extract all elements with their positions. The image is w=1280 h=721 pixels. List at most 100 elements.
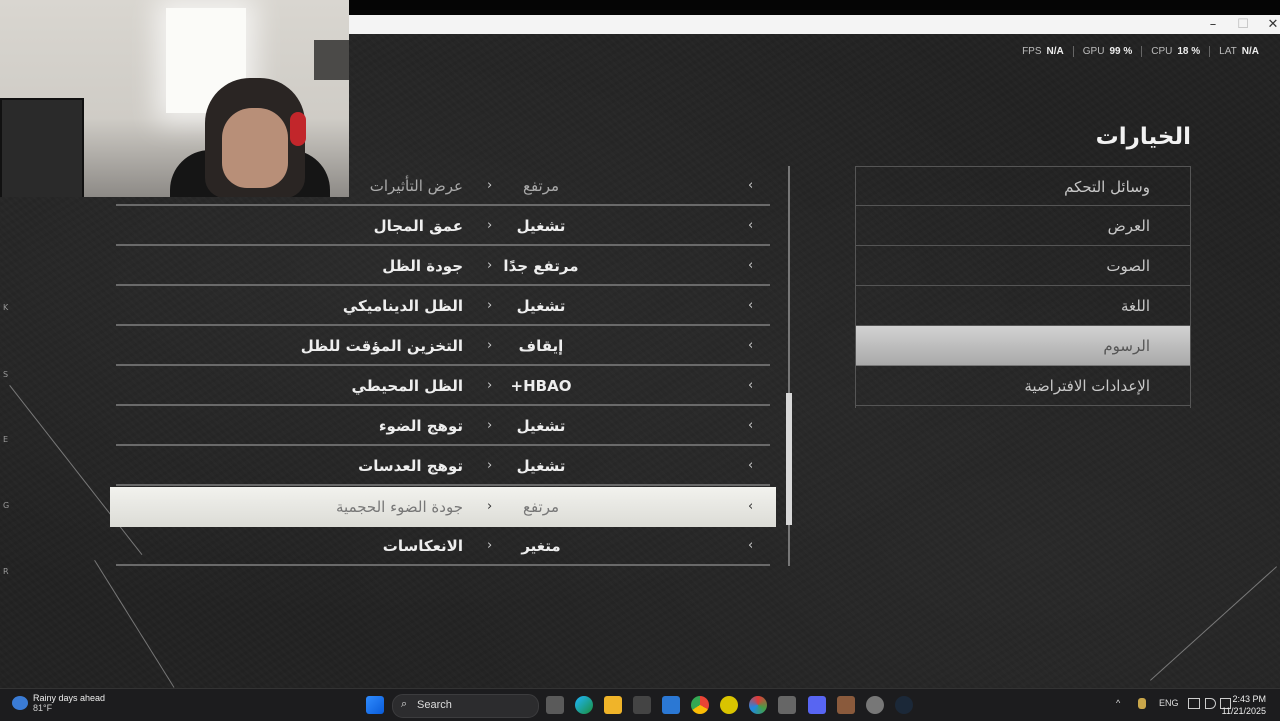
close-button[interactable]: ✕ — [1258, 15, 1280, 34]
arrow-right-icon[interactable]: ‹ — [748, 487, 753, 527]
maximize-button[interactable]: ☐ — [1228, 15, 1258, 34]
setting-label: الظل المحيطي — [351, 377, 463, 395]
window-title-strip — [349, 15, 1280, 34]
search-icon: ⌕ — [401, 698, 408, 710]
edge-mark: R — [3, 567, 9, 576]
perf-lat: LAT N/A — [1209, 46, 1268, 57]
setting-row-depth-of-field[interactable]: عمق المجال › تشغيل ‹ — [116, 206, 770, 246]
edge-mark: G — [3, 501, 10, 510]
arrow-right-icon[interactable]: ‹ — [748, 406, 753, 446]
graphics-settings-list: عرض التأثيرات › مرتفع ‹ عمق المجال › تشغ… — [110, 166, 776, 568]
arrow-right-icon[interactable]: ‹ — [748, 206, 753, 246]
setting-row-ambient-occlusion[interactable]: الظل المحيطي › HBAO+ ‹ — [116, 366, 770, 406]
webcam-cabinet — [0, 98, 84, 197]
setting-value: HBAO+ — [510, 377, 572, 395]
chrome-icon[interactable] — [691, 696, 709, 714]
app-icon[interactable] — [720, 696, 738, 714]
setting-row-reflections[interactable]: الانعكاسات › متغير ‹ — [116, 526, 770, 566]
perf-fps: FPS N/A — [1013, 46, 1073, 57]
setting-label: جودة الضوء الحجمية — [336, 498, 463, 516]
setting-value: مرتفع — [522, 498, 560, 516]
scrollbar-thumb[interactable] — [786, 393, 792, 525]
setting-label: عمق المجال — [373, 217, 463, 235]
clock-time: 2:43 PM — [1232, 694, 1266, 704]
category-graphics[interactable]: الرسوم — [856, 326, 1190, 366]
task-view-icon[interactable] — [546, 696, 564, 714]
arrow-right-icon[interactable]: ‹ — [748, 366, 753, 406]
category-display[interactable]: العرض — [856, 206, 1190, 246]
taskbar-search[interactable]: ⌕ Search — [392, 694, 539, 718]
setting-value: مرتفع جدًا — [503, 257, 579, 275]
perf-gpu: GPU 99 % — [1072, 46, 1141, 57]
setting-row-dynamic-shadow[interactable]: الظل الديناميكي › تشغيل ‹ — [116, 286, 770, 326]
app-icon[interactable] — [633, 696, 651, 714]
perf-value: 18 % — [1177, 46, 1201, 57]
arrow-right-icon[interactable]: ‹ — [748, 326, 753, 366]
performance-overlay: FPS N/A GPU 99 % CPU 18 % LAT N/A — [1013, 46, 1268, 57]
setting-label: عرض التأثيرات — [369, 177, 463, 195]
tray-chevron-icon[interactable]: ^ — [1116, 698, 1120, 708]
arrow-right-icon[interactable]: ‹ — [748, 166, 753, 206]
setting-label: الظل الديناميكي — [342, 297, 463, 315]
weather-widget[interactable]: Rainy days ahead 81°F — [12, 693, 105, 713]
setting-label: الانعكاسات — [382, 537, 463, 555]
weather-icon — [12, 696, 28, 710]
windows-start-icon[interactable] — [366, 696, 384, 714]
language-indicator[interactable]: ENG — [1159, 698, 1179, 708]
edge-mark: K — [3, 303, 9, 312]
setting-value: تشغيل — [516, 417, 566, 435]
perf-key: LAT — [1219, 46, 1237, 57]
app-icon[interactable] — [778, 696, 796, 714]
setting-row-shadow-quality[interactable]: جودة الظل › مرتفع جدًا ‹ — [116, 246, 770, 286]
edge-browser-icon[interactable] — [575, 696, 593, 714]
minimize-button[interactable]: – — [1198, 15, 1228, 34]
arrow-right-icon[interactable]: ‹ — [748, 526, 753, 566]
edge-mark: S — [3, 370, 9, 379]
webcam-headset — [290, 112, 306, 146]
game-icon[interactable] — [837, 696, 855, 714]
category-language[interactable]: اللغة — [856, 286, 1190, 326]
app-icon[interactable] — [866, 696, 884, 714]
clock-date: 11/21/2025 — [1221, 706, 1266, 716]
perf-value: N/A — [1241, 46, 1259, 57]
perf-value: N/A — [1046, 46, 1064, 57]
arrow-right-icon[interactable]: ‹ — [748, 246, 753, 286]
setting-row-shadow-cache[interactable]: التخزين المؤقت للظل › إيقاف ‹ — [116, 326, 770, 366]
volume-icon[interactable] — [1205, 698, 1216, 709]
arrow-right-icon[interactable]: ‹ — [748, 446, 753, 486]
category-defaults[interactable]: الإعدادات الافتراضية — [856, 366, 1190, 406]
file-explorer-icon[interactable] — [604, 696, 622, 714]
steam-icon[interactable] — [895, 696, 913, 714]
setting-row-effects[interactable]: عرض التأثيرات › مرتفع ‹ — [116, 166, 770, 206]
arrow-right-icon[interactable]: ‹ — [748, 286, 753, 326]
discord-icon[interactable] — [808, 696, 826, 714]
setting-label: التخزين المؤقت للظل — [300, 337, 463, 355]
setting-row-bloom[interactable]: توهج الضوء › تشغيل ‹ — [116, 406, 770, 446]
setting-value: إيقاف — [518, 337, 564, 355]
network-icon[interactable] — [1188, 698, 1200, 709]
setting-value: تشغيل — [516, 457, 566, 475]
category-audio[interactable]: الصوت — [856, 246, 1190, 286]
store-icon[interactable] — [662, 696, 680, 714]
perf-key: CPU — [1151, 46, 1173, 57]
search-label: Search — [417, 699, 452, 711]
setting-value: مرتفع — [522, 177, 560, 195]
perf-key: GPU — [1082, 46, 1105, 57]
setting-value: متغير — [521, 537, 561, 555]
app-icon[interactable] — [749, 696, 767, 714]
windows-taskbar: Rainy days ahead 81°F ⌕ Search ^ ENG 2:4… — [0, 688, 1280, 721]
setting-value: تشغيل — [516, 297, 566, 315]
perf-key: FPS — [1022, 46, 1042, 57]
setting-row-volumetric-light[interactable]: جودة الضوء الحجمية › مرتفع ‹ — [110, 487, 776, 527]
setting-value: تشغيل — [516, 217, 566, 235]
setting-row-lens-flare[interactable]: توهج العدسات › تشغيل ‹ — [116, 446, 770, 486]
perf-cpu: CPU 18 % — [1141, 46, 1209, 57]
category-controls[interactable]: وسائل التحكم — [856, 166, 1190, 206]
edge-mark: E — [3, 435, 9, 444]
setting-label: توهج العدسات — [358, 457, 463, 475]
category-menu: وسائل التحكم العرض الصوت اللغة الرسوم ال… — [855, 166, 1191, 408]
perf-value: 99 % — [1109, 46, 1133, 57]
page-title: الخيارات — [1095, 124, 1191, 150]
microphone-icon[interactable] — [1138, 698, 1146, 709]
system-clock[interactable]: 2:43 PM 11/21/2025 — [1222, 693, 1266, 717]
